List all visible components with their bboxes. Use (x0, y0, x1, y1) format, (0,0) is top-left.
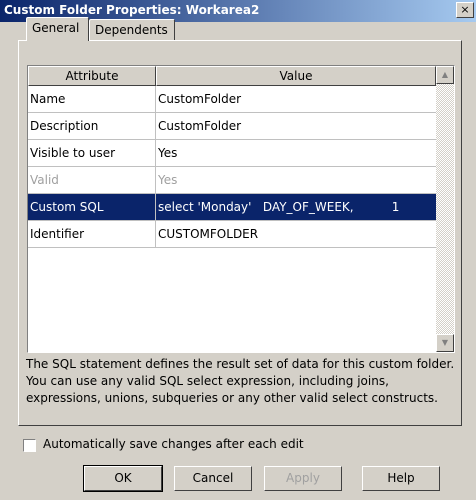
properties-grid: Attribute Value Name CustomFolder Descri… (27, 65, 455, 353)
apply-button: Apply (264, 466, 342, 491)
grid-vertical-scrollbar[interactable]: ▲ ▼ (436, 66, 454, 352)
autosave-label[interactable]: Automatically save changes after each ed… (43, 437, 304, 451)
grid-row-name[interactable]: Name CustomFolder (28, 86, 436, 113)
window-title: Custom Folder Properties: Workarea2 (4, 3, 260, 17)
value-cell: Yes (156, 167, 436, 194)
attribute-cell: Description (28, 113, 156, 140)
value-cell[interactable]: CustomFolder (156, 113, 436, 140)
tab-general-label: General (32, 21, 80, 35)
cancel-button[interactable]: Cancel (174, 466, 252, 491)
grid-row-valid: Valid Yes (28, 167, 436, 194)
grid-row-custom-sql[interactable]: Custom SQL select 'Monday' DAY_OF_WEEK, … (28, 194, 436, 221)
attribute-cell: Identifier (28, 221, 156, 248)
column-header-value[interactable]: Value (156, 66, 436, 86)
value-cell[interactable]: select 'Monday' DAY_OF_WEEK, 1 (156, 194, 436, 221)
attribute-cell: Visible to user (28, 140, 156, 167)
value-cell[interactable]: CustomFolder (156, 86, 436, 113)
grid-row-identifier[interactable]: Identifier CUSTOMFOLDER (28, 221, 436, 248)
close-icon[interactable]: × (456, 2, 474, 18)
column-header-attribute[interactable]: Attribute (28, 66, 156, 86)
attribute-cell: Name (28, 86, 156, 113)
grid-row-visible-to-user[interactable]: Visible to user Yes (28, 140, 436, 167)
grid-row-description[interactable]: Description CustomFolder (28, 113, 436, 140)
tab-dependents-label: Dependents (95, 23, 168, 37)
help-button[interactable]: Help (362, 466, 440, 491)
attribute-cell: Valid (28, 167, 156, 194)
attribute-cell: Custom SQL (28, 194, 156, 221)
value-cell[interactable]: CUSTOMFOLDER (156, 221, 436, 248)
ok-button[interactable]: OK (83, 465, 163, 492)
attribute-description: The SQL statement defines the result set… (26, 357, 455, 405)
value-cell[interactable]: Yes (156, 140, 436, 167)
scroll-down-icon[interactable]: ▼ (436, 334, 454, 352)
tab-dependents[interactable]: Dependents (89, 19, 175, 41)
tab-general[interactable]: General (26, 17, 89, 41)
autosave-checkbox[interactable] (23, 439, 36, 452)
scroll-up-icon[interactable]: ▲ (436, 66, 454, 84)
